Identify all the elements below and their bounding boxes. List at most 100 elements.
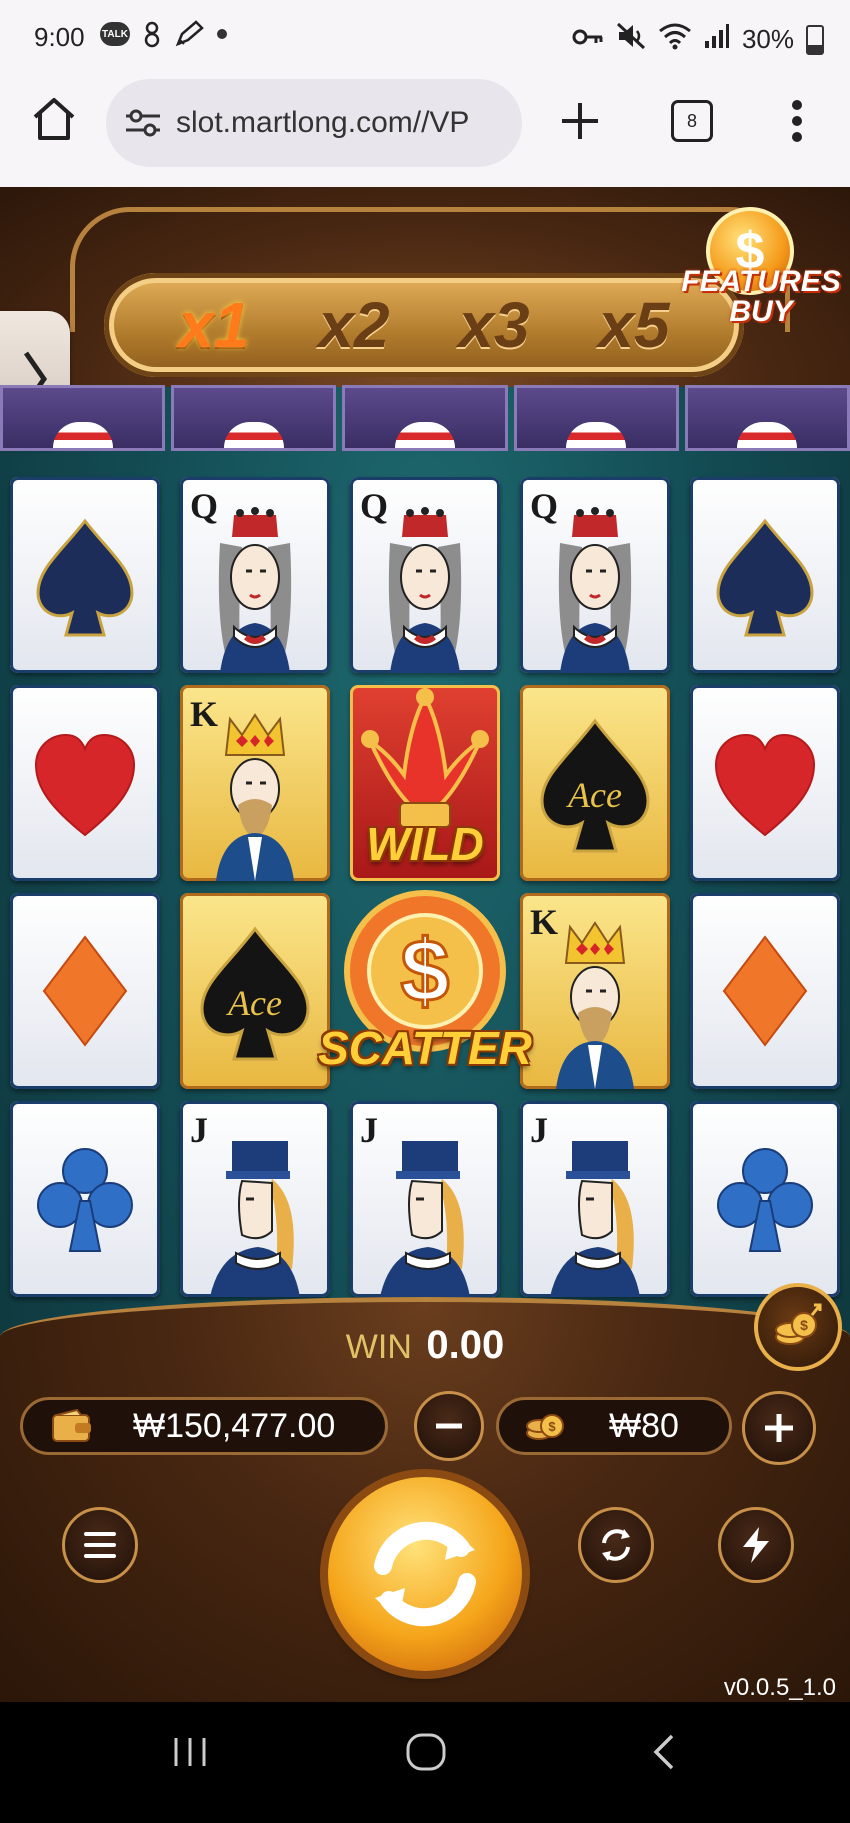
plus-icon <box>562 103 598 139</box>
spin-button[interactable] <box>328 1477 522 1671</box>
svg-text:$: $ <box>548 1419 556 1434</box>
home-button[interactable] <box>30 95 78 143</box>
status-left-icons: TALK <box>100 20 228 48</box>
reel-symbol-queen: Q <box>180 477 330 673</box>
recents-button[interactable] <box>170 1732 210 1777</box>
mute-icon <box>616 22 646 57</box>
plus-icon <box>765 1414 793 1442</box>
home-circle-icon <box>406 1733 446 1771</box>
bet-display: $ ₩80 <box>496 1397 732 1455</box>
wifi-icon <box>658 22 692 57</box>
diamond-icon <box>42 935 128 1047</box>
ace-face-icon: Ace <box>200 926 310 1061</box>
status-bar: 9:00 TALK 30% <box>0 0 850 75</box>
reel-symbol-heart <box>690 685 840 881</box>
reel-symbol-club <box>690 1101 840 1297</box>
reel-arch <box>513 385 679 451</box>
increase-bet-button[interactable] <box>742 1391 816 1465</box>
reel-symbol-heart <box>10 685 160 881</box>
reel-symbol-diamond <box>10 893 160 1089</box>
site-settings-icon[interactable] <box>124 108 162 138</box>
signal-icon <box>704 23 730 56</box>
pen-icon <box>174 20 204 48</box>
features-buy-button[interactable]: $ FEATURES BUY <box>676 207 846 337</box>
address-bar[interactable]: slot.martlong.com//VP <box>106 79 522 167</box>
decrease-bet-button[interactable] <box>414 1391 484 1461</box>
reel-symbol-wild: WILD <box>350 685 500 881</box>
browser-menu-button[interactable] <box>782 97 812 145</box>
reel-symbol-ace: Ace <box>180 893 330 1089</box>
card-letter: J <box>530 1110 548 1150</box>
features-buy-label: FEATURES BUY <box>676 267 846 327</box>
scatter-label: SCATTER <box>318 1022 532 1074</box>
reel-arch <box>342 385 508 451</box>
reel-symbol-club <box>10 1101 160 1297</box>
bet-value: ₩80 <box>609 1406 679 1445</box>
tab-switcher-button[interactable]: 8 <box>671 100 713 142</box>
features-label: FEATURES <box>681 265 841 298</box>
reel-symbol-jack: J <box>180 1101 330 1297</box>
multiplier-bar: x1 x2 x3 x5 <box>104 273 744 377</box>
reel-symbol-queen: Q <box>350 477 500 673</box>
win-value: 0.00 <box>426 1323 505 1367</box>
ace-face-icon: Ace <box>540 718 650 853</box>
reel-symbol-jack: J <box>520 1101 670 1297</box>
svg-text:$: $ <box>401 921 450 1020</box>
svg-text:Ace: Ace <box>226 983 282 1023</box>
heart-icon <box>34 733 136 837</box>
hamburger-icon <box>84 1532 116 1558</box>
back-button[interactable] <box>648 1732 682 1777</box>
reel-symbol-diamond <box>690 893 840 1089</box>
diamond-icon <box>722 935 808 1047</box>
system-navigation-bar <box>0 1702 850 1823</box>
reel-grid: Q K Ace J Q J Q Ace K J WILD $ SCATTER <box>10 477 840 1297</box>
reel-header-arches <box>0 385 850 451</box>
turbo-button[interactable] <box>718 1507 794 1583</box>
minus-icon <box>436 1423 462 1429</box>
card-letter: J <box>190 1110 208 1150</box>
more-vert-icon <box>792 100 802 142</box>
buy-label: BUY <box>729 295 793 328</box>
balance-display: ₩150,477.00 <box>20 1397 388 1455</box>
refresh-icon <box>602 1529 630 1561</box>
spade-icon <box>716 518 814 637</box>
heart-icon <box>714 733 816 837</box>
lightning-icon <box>743 1527 769 1563</box>
svg-text:Ace: Ace <box>566 775 622 815</box>
multiplier-x5: x5 <box>598 289 670 361</box>
reel-arch <box>0 385 166 451</box>
battery-text: 30% <box>741 24 794 54</box>
dot-icon <box>216 28 228 40</box>
battery-icon <box>806 24 824 55</box>
wallet-icon <box>52 1409 91 1442</box>
url-text[interactable]: slot.martlong.com//VP <box>176 106 516 140</box>
browser-toolbar: slot.martlong.com//VP 8 <box>0 75 850 187</box>
card-letter: Q <box>530 486 559 526</box>
card-letter: Q <box>190 486 219 526</box>
reel-symbol-king: K <box>180 685 330 881</box>
status-time: 9:00 <box>34 22 85 52</box>
reel-symbol-king: K <box>520 893 670 1089</box>
spin-arrows-icon <box>374 1521 476 1627</box>
back-icon <box>653 1734 674 1770</box>
autoplay-button[interactable] <box>578 1507 654 1583</box>
reel-symbol-spade <box>690 477 840 673</box>
new-tab-button[interactable] <box>558 99 602 143</box>
wild-label: WILD <box>366 818 484 870</box>
status-right: 30% <box>572 22 824 57</box>
multiplier-x1: x1 <box>178 289 250 361</box>
key-icon <box>572 24 604 55</box>
version-label: v0.0.5_1.0 <box>723 1674 836 1701</box>
club-icon <box>37 1148 133 1252</box>
home-icon <box>33 98 75 140</box>
home-nav-button[interactable] <box>404 1732 448 1777</box>
reel-symbol-ace: Ace <box>520 685 670 881</box>
reel-symbol-spade <box>10 477 160 673</box>
card-letter: K <box>190 694 219 734</box>
win-display: WIN 0.00 <box>0 1323 850 1368</box>
reel-symbol-jack: J <box>350 1101 500 1297</box>
reel-symbol-scatter: $ SCATTER <box>310 883 540 1093</box>
reel-arch <box>684 385 850 451</box>
multiplier-x2: x2 <box>318 289 390 361</box>
game-menu-button[interactable] <box>62 1507 138 1583</box>
